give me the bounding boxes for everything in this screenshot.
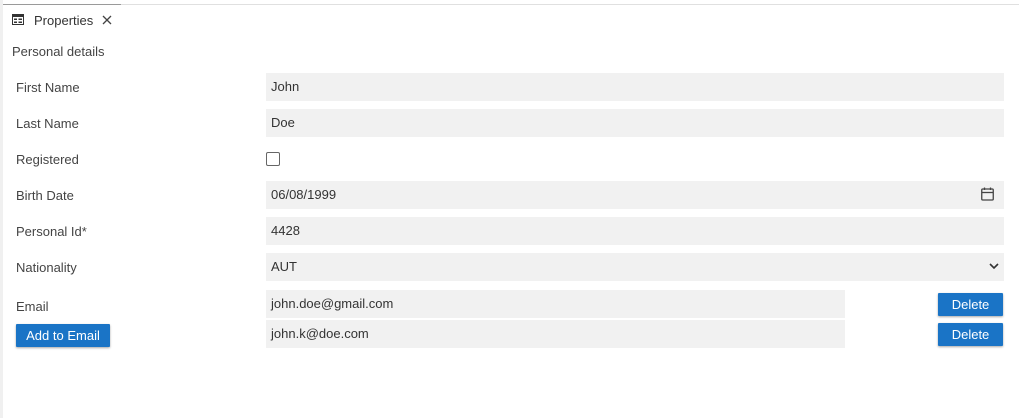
last-name-field[interactable]: Doe [266, 109, 1004, 137]
close-icon[interactable] [101, 14, 113, 26]
personal-id-label: Personal Id* [16, 224, 87, 239]
email-label: Email [16, 299, 49, 314]
email-field-1[interactable]: john.doe@gmail.com [266, 290, 845, 318]
calendar-icon[interactable] [981, 187, 994, 201]
panel-left-border [0, 0, 3, 418]
registered-label: Registered [16, 152, 79, 167]
registered-checkbox[interactable] [266, 152, 280, 166]
add-to-email-button[interactable]: Add to Email [16, 324, 110, 347]
nationality-label: Nationality [16, 260, 77, 275]
nationality-select[interactable]: AUT [266, 253, 1004, 281]
tab-properties[interactable]: Properties [3, 4, 121, 36]
last-name-label: Last Name [16, 116, 79, 131]
delete-email-2-button[interactable]: Delete [938, 323, 1003, 346]
first-name-field[interactable]: John [266, 73, 1004, 101]
personal-id-field[interactable]: 4428 [266, 217, 1004, 245]
birth-date-label: Birth Date [16, 188, 74, 203]
delete-email-1-button[interactable]: Delete [938, 293, 1003, 316]
first-name-label: First Name [16, 80, 80, 95]
chevron-down-icon[interactable] [989, 262, 999, 270]
birth-date-field[interactable]: 06/08/1999 [266, 181, 1004, 209]
tab-title: Properties [34, 13, 94, 28]
table-icon [12, 14, 24, 25]
email-field-2[interactable]: john.k@doe.com [266, 320, 845, 348]
tab-bar-divider [3, 4, 1019, 5]
section-title: Personal details [12, 44, 105, 59]
